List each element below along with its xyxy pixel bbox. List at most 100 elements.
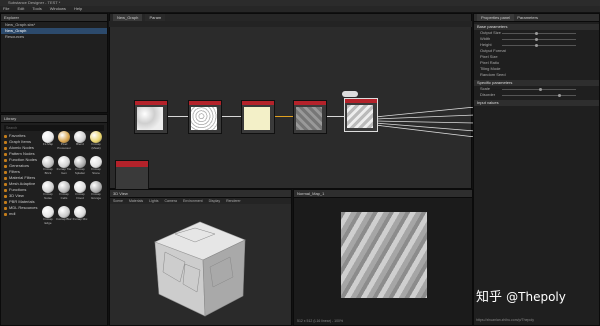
tab-properties[interactable]: Properties panel bbox=[477, 14, 515, 21]
view3d-menu-environment[interactable]: Environment bbox=[183, 198, 203, 204]
thumbnail-label: Fxmap Cells bbox=[59, 192, 69, 200]
thumbnail-label: Fxmap Edge bbox=[43, 217, 53, 225]
library-thumbnail[interactable]: Blend bbox=[72, 131, 88, 151]
folder-icon bbox=[4, 206, 7, 210]
property-slider[interactable] bbox=[502, 44, 576, 47]
explorer-item-resources[interactable]: Resources bbox=[1, 34, 107, 40]
property-slider[interactable] bbox=[502, 38, 576, 41]
property-slider[interactable] bbox=[502, 94, 576, 97]
graph-node-blend[interactable] bbox=[241, 100, 275, 134]
thumbnail-label: Fxmap Stone bbox=[91, 167, 101, 175]
output-wires bbox=[374, 106, 476, 138]
properties-header: Properties panel Parameters bbox=[474, 14, 599, 22]
menu-tools[interactable]: Tools bbox=[32, 6, 41, 12]
explorer-panel: Explorer New_Graph.sbs* New_Graph Resour… bbox=[0, 13, 108, 113]
view3d-menu-camera[interactable]: Camera bbox=[164, 198, 176, 204]
folder-icon bbox=[4, 212, 7, 216]
library-thumbnail[interactable]: Pixel Processor bbox=[56, 131, 72, 151]
view-3d-panel: 3D View Scene Materials Lights Camera En… bbox=[109, 189, 292, 326]
property-label: Pixel Size bbox=[480, 54, 498, 59]
node-toolbar-icon[interactable] bbox=[342, 91, 358, 97]
folder-icon bbox=[4, 152, 7, 156]
property-label: Output Size bbox=[480, 30, 501, 35]
graph-node-normal-selected[interactable] bbox=[344, 98, 378, 132]
graph-node-tile[interactable] bbox=[293, 100, 327, 134]
thumbnail-label: Fxmap Blur bbox=[56, 217, 72, 221]
library-thumbnail[interactable]: Fxmap Grunge bbox=[88, 181, 104, 201]
slider-handle[interactable] bbox=[535, 32, 539, 35]
thumbnail-label: Fxmap Mix bbox=[72, 217, 88, 221]
slider-handle[interactable] bbox=[539, 88, 542, 91]
library-thumbnail[interactable]: Fxmap Splatter bbox=[72, 156, 88, 176]
graph-wire-selected bbox=[273, 116, 293, 117]
properties-panel: Properties panel Parameters Base paramet… bbox=[473, 13, 600, 326]
watermark-credit: https://zhuanlan.zhihu.com/p/Thepoly bbox=[476, 318, 534, 322]
graph-toolbar bbox=[109, 21, 472, 27]
library-thumbnail[interactable]: Fxmap Brick bbox=[40, 156, 56, 176]
library-thumbnail[interactable]: Fxmap Noise bbox=[40, 181, 56, 201]
library-category-label: mdl bbox=[9, 211, 16, 216]
watermark-cn: 知乎 bbox=[476, 290, 503, 305]
menu-windows[interactable]: Windows bbox=[50, 6, 66, 12]
folder-icon bbox=[4, 164, 7, 168]
menu-edit[interactable]: Edit bbox=[17, 6, 24, 12]
slider-handle[interactable] bbox=[557, 94, 561, 97]
view3d-menu-scene[interactable]: Scene bbox=[113, 198, 123, 204]
property-slider[interactable] bbox=[502, 32, 576, 35]
folder-icon bbox=[4, 194, 7, 198]
graph-wire bbox=[326, 116, 346, 117]
property-label: Pixel Ratio bbox=[480, 60, 500, 65]
folder-icon bbox=[4, 134, 7, 138]
view3d-menu-lights[interactable]: Lights bbox=[149, 198, 158, 204]
watermark-handle: @Thepoly bbox=[506, 290, 566, 304]
property-slider[interactable] bbox=[502, 88, 576, 91]
thumbnail-label: Blend bbox=[76, 142, 84, 146]
menu-help[interactable]: Help bbox=[74, 6, 82, 12]
property-row: Disorder bbox=[474, 92, 599, 98]
preview-cube[interactable] bbox=[145, 212, 255, 322]
thumbnail-label: Fxmap Brick bbox=[43, 167, 53, 175]
library-thumbnail[interactable]: Fx-Map bbox=[40, 131, 56, 151]
library-thumbnail[interactable]: Fxmap Cells bbox=[56, 181, 72, 201]
tab-new-graph[interactable]: New_Graph bbox=[113, 14, 143, 21]
property-label: Width bbox=[480, 36, 491, 41]
explorer-title: Explorer bbox=[1, 14, 107, 22]
thumbnail-label: Fxmap Flood bbox=[75, 192, 85, 200]
property-label: Tiling Mode bbox=[480, 66, 501, 71]
view3d-menu-renderer[interactable]: Renderer bbox=[226, 198, 241, 204]
thumbnail-label: Pixel Processor bbox=[57, 142, 71, 150]
library-thumbnail[interactable]: Fxmap Tile Gen bbox=[56, 156, 72, 176]
library-thumbnail[interactable]: Fxmap Mix bbox=[72, 206, 88, 226]
library-thumbnail[interactable]: Fxmap Blur bbox=[56, 206, 72, 226]
graph-node-output[interactable] bbox=[115, 160, 149, 190]
property-row: Random Seed bbox=[474, 72, 599, 78]
property-label: Output Format bbox=[480, 48, 506, 53]
graph-node-cells[interactable] bbox=[188, 100, 222, 134]
library-thumbnail[interactable]: Fxmap Stone bbox=[88, 156, 104, 176]
folder-icon bbox=[4, 176, 7, 180]
thumbnail-label: Fxmap Noise bbox=[43, 192, 53, 200]
tab-param[interactable]: Param bbox=[145, 14, 166, 21]
folder-icon bbox=[4, 146, 7, 150]
view3d-menu-materials[interactable]: Materials bbox=[129, 198, 143, 204]
texture-preview[interactable] bbox=[341, 212, 427, 298]
folder-icon bbox=[4, 188, 7, 192]
thumbnail-label: Fxmap (Mask) bbox=[91, 142, 101, 150]
menu-file[interactable]: File bbox=[3, 6, 9, 12]
properties-section-header[interactable]: Input values bbox=[474, 100, 599, 106]
library-thumbnail[interactable]: Fxmap Edge bbox=[40, 206, 56, 226]
slider-handle[interactable] bbox=[535, 44, 539, 47]
tab-parameters[interactable]: Parameters bbox=[517, 15, 538, 20]
view-3d-menu: Scene Materials Lights Camera Environmen… bbox=[110, 198, 291, 204]
property-label: Disorder bbox=[480, 92, 496, 97]
property-label: Scale bbox=[480, 86, 491, 91]
slider-handle[interactable] bbox=[535, 38, 539, 41]
library-thumbnail[interactable]: Fxmap Flood bbox=[72, 181, 88, 201]
view3d-menu-display[interactable]: Display bbox=[209, 198, 220, 204]
watermark: 知乎 @Thepoly bbox=[476, 286, 566, 305]
thumbnail-label: Fxmap Grunge bbox=[90, 192, 101, 200]
library-thumbnail[interactable]: Fxmap (Mask) bbox=[88, 131, 104, 151]
graph-wire bbox=[221, 116, 241, 117]
graph-node-noise[interactable] bbox=[134, 100, 168, 134]
thumbnail-label: Fxmap Tile Gen bbox=[56, 167, 72, 175]
